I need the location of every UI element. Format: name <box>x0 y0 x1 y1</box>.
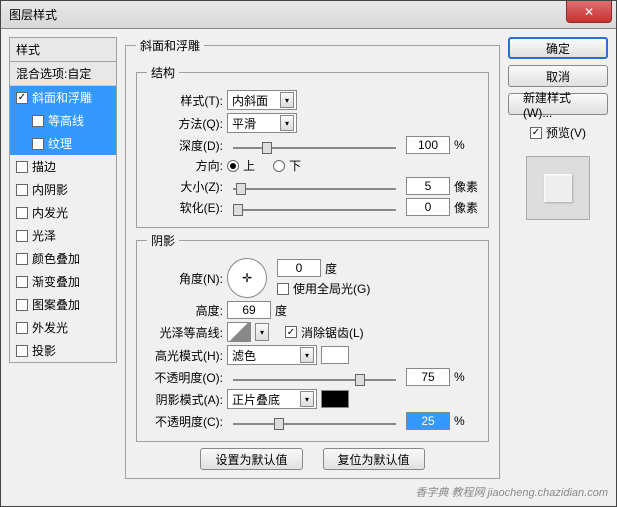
highlight-mode-combo[interactable]: 滤色▾ <box>227 345 317 365</box>
style-checkbox-inner_shadow[interactable] <box>16 184 28 196</box>
altitude-label: 高度: <box>147 302 223 319</box>
highlight-opacity-label: 不透明度(O): <box>147 369 223 386</box>
style-item-stroke[interactable]: 描边 <box>10 155 116 178</box>
direction-label: 方向: <box>147 157 223 174</box>
soften-input[interactable]: 0 <box>406 198 450 216</box>
set-default-button[interactable]: 设置为默认值 <box>200 448 302 470</box>
style-item-pat_overlay[interactable]: 图案叠加 <box>10 293 116 316</box>
style-item-satin[interactable]: 光泽 <box>10 224 116 247</box>
style-item-drop_shadow[interactable]: 投影 <box>10 339 116 362</box>
shadow-opacity-label: 不透明度(C): <box>147 413 223 430</box>
global-light-checkbox[interactable] <box>277 283 289 295</box>
style-checkbox-grad_overlay[interactable] <box>16 276 28 288</box>
depth-label: 深度(D): <box>147 137 223 154</box>
altitude-input[interactable]: 69 <box>227 301 271 319</box>
shading-group: 阴影 角度(N): ✛ 0 度 使用全局光(G) <box>136 232 489 442</box>
method-combo[interactable]: 平滑▾ <box>227 113 297 133</box>
angle-input[interactable]: 0 <box>277 259 321 277</box>
style-checkbox-outer_glow[interactable] <box>16 322 28 334</box>
depth-input[interactable]: 100 <box>406 136 450 154</box>
style-checkbox-stroke[interactable] <box>16 161 28 173</box>
gloss-contour-label: 光泽等高线: <box>147 324 223 341</box>
blending-options-item[interactable]: 混合选项:自定 <box>10 62 116 86</box>
direction-up-radio[interactable] <box>227 160 239 172</box>
highlight-opacity-slider[interactable] <box>233 368 396 386</box>
style-item-grad_overlay[interactable]: 渐变叠加 <box>10 270 116 293</box>
window-close-button[interactable]: ✕ <box>566 1 612 23</box>
shadow-mode-combo[interactable]: 正片叠底▾ <box>227 389 317 409</box>
size-slider[interactable] <box>233 177 396 195</box>
style-item-inner_shadow[interactable]: 内阴影 <box>10 178 116 201</box>
layer-style-dialog: 图层样式 ✕ 样式 混合选项:自定 斜面和浮雕等高线纹理描边内阴影内发光光泽颜色… <box>0 0 617 507</box>
angle-label: 角度(N): <box>147 270 223 287</box>
highlight-color-swatch[interactable] <box>321 346 349 364</box>
style-checkbox-drop_shadow[interactable] <box>16 345 28 357</box>
angle-dial[interactable]: ✛ <box>227 258 267 298</box>
style-item-outer_glow[interactable]: 外发光 <box>10 316 116 339</box>
preview-thumbnail <box>526 156 590 220</box>
bevel-emboss-group: 斜面和浮雕 结构 样式(T): 内斜面▾ 方法(Q): 平滑▾ 深度(D): 1 <box>125 37 500 479</box>
chevron-down-icon[interactable]: ▾ <box>255 323 269 341</box>
structure-group: 结构 样式(T): 内斜面▾ 方法(Q): 平滑▾ 深度(D): 100 % <box>136 64 489 228</box>
style-checkbox-bevel[interactable] <box>16 92 28 104</box>
main-panel: 斜面和浮雕 结构 样式(T): 内斜面▾ 方法(Q): 平滑▾ 深度(D): 1 <box>125 37 500 498</box>
style-checkbox-inner_glow[interactable] <box>16 207 28 219</box>
style-checkbox-texture[interactable] <box>32 138 44 150</box>
chevron-down-icon: ▾ <box>300 391 314 407</box>
highlight-opacity-input[interactable]: 75 <box>406 368 450 386</box>
style-item-contour[interactable]: 等高线 <box>10 109 116 132</box>
size-input[interactable]: 5 <box>406 177 450 195</box>
direction-down-radio[interactable] <box>273 160 285 172</box>
soften-label: 软化(E): <box>147 199 223 216</box>
method-label: 方法(Q): <box>147 115 223 132</box>
right-panel: 确定 取消 新建样式(W)... 预览(V) <box>508 37 608 498</box>
chevron-down-icon: ▾ <box>300 347 314 363</box>
watermark: 香字典 教程网 jiaocheng.chazidian.com <box>415 484 608 500</box>
size-label: 大小(Z): <box>147 178 223 195</box>
style-item-color_overlay[interactable]: 颜色叠加 <box>10 247 116 270</box>
new-style-button[interactable]: 新建样式(W)... <box>508 93 608 115</box>
shadow-color-swatch[interactable] <box>321 390 349 408</box>
antialias-checkbox[interactable] <box>285 326 297 338</box>
style-label: 样式(T): <box>147 92 223 109</box>
style-item-inner_glow[interactable]: 内发光 <box>10 201 116 224</box>
preview-checkbox[interactable] <box>530 127 542 139</box>
soften-slider[interactable] <box>233 198 396 216</box>
styles-list-panel: 样式 混合选项:自定 斜面和浮雕等高线纹理描边内阴影内发光光泽颜色叠加渐变叠加图… <box>9 37 117 498</box>
styles-header: 样式 <box>9 37 117 62</box>
gloss-contour-picker[interactable] <box>227 322 251 342</box>
crosshair-icon: ✛ <box>242 271 252 285</box>
reset-default-button[interactable]: 复位为默认值 <box>323 448 425 470</box>
shadow-mode-label: 阴影模式(A): <box>147 391 223 408</box>
shadow-opacity-slider[interactable] <box>233 412 396 430</box>
window-title: 图层样式 <box>9 6 57 23</box>
style-checkbox-satin[interactable] <box>16 230 28 242</box>
close-icon: ✕ <box>584 5 594 19</box>
styles-list: 混合选项:自定 斜面和浮雕等高线纹理描边内阴影内发光光泽颜色叠加渐变叠加图案叠加… <box>9 62 117 363</box>
style-item-texture[interactable]: 纹理 <box>10 132 116 155</box>
highlight-mode-label: 高光模式(H): <box>147 347 223 364</box>
style-item-bevel[interactable]: 斜面和浮雕 <box>10 86 116 109</box>
style-checkbox-contour[interactable] <box>32 115 44 127</box>
ok-button[interactable]: 确定 <box>508 37 608 59</box>
titlebar[interactable]: 图层样式 ✕ <box>1 1 616 29</box>
style-combo[interactable]: 内斜面▾ <box>227 90 297 110</box>
shadow-opacity-input[interactable]: 25 <box>406 412 450 430</box>
style-checkbox-pat_overlay[interactable] <box>16 299 28 311</box>
depth-slider[interactable] <box>233 136 396 154</box>
chevron-down-icon: ▾ <box>280 115 294 131</box>
chevron-down-icon: ▾ <box>280 92 294 108</box>
bevel-title: 斜面和浮雕 <box>136 37 204 54</box>
style-checkbox-color_overlay[interactable] <box>16 253 28 265</box>
cancel-button[interactable]: 取消 <box>508 65 608 87</box>
